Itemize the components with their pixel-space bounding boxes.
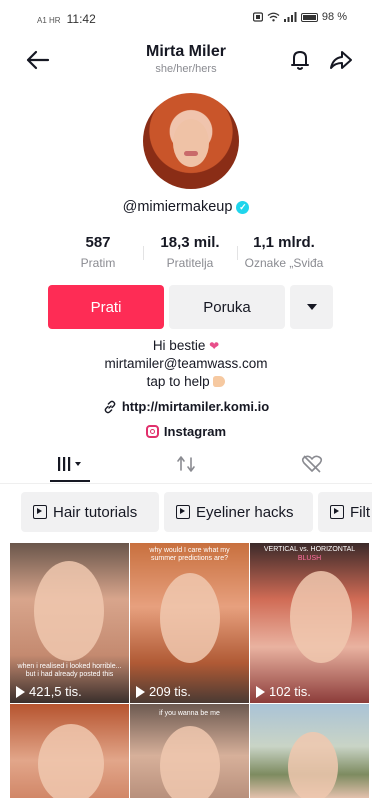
view-count: 102 tis. (256, 684, 311, 699)
thumbnail-face (160, 573, 220, 663)
video-thumbnail[interactable]: when i realised i looked horrible... but… (10, 543, 129, 703)
playlist-chip[interactable]: Hair tutorials (21, 492, 159, 532)
playlist-label: Hair tutorials (53, 503, 138, 521)
video-thumbnail[interactable]: VERTICAL vs. HORIZONTAL BLUSH 102 tis. (250, 543, 369, 703)
thumbnail-face (34, 561, 104, 661)
pronouns: she/her/hers (155, 63, 217, 75)
video-caption: why would I care what my summer predicti… (149, 547, 230, 562)
instagram-label: Instagram (163, 424, 227, 439)
battery-percent: 98 % (321, 11, 347, 23)
profile-stats: 587 Pratim 18,3 mil. Pratitelja 1,1 mlrd… (0, 234, 372, 274)
instagram-icon (145, 425, 159, 438)
stat-value: 18,3 mil. (160, 234, 220, 251)
avatar-lips (184, 151, 198, 156)
signal-icon (283, 12, 297, 22)
clock: 11:42 (66, 12, 96, 26)
share-icon[interactable] (329, 48, 353, 72)
nfc-icon (252, 12, 263, 22)
status-right: 98 % (252, 11, 347, 23)
playlist-icon (33, 505, 47, 519)
active-tab-indicator (50, 480, 90, 482)
thumbnail-face (160, 726, 220, 798)
instagram-link[interactable]: Instagram (0, 424, 372, 439)
stat-label: Pratitelja (166, 256, 214, 270)
status-bar: A1 HR 11:42 98 % (0, 0, 372, 36)
bio-link[interactable]: http://mirtamiler.komi.io (0, 399, 372, 414)
message-button[interactable]: Poruka (169, 285, 285, 329)
carrier-label: A1 HR (37, 16, 61, 25)
stat-divider (143, 246, 144, 260)
play-icon (136, 685, 145, 698)
pointing-hand-emoji-icon (213, 376, 226, 387)
tabs-divider (0, 483, 372, 484)
bio-text: tap to help (146, 374, 210, 389)
link-icon (104, 400, 116, 413)
stat-value: 587 (85, 234, 111, 251)
caret-down-icon (306, 304, 317, 310)
view-count-text: 421,5 tis. (29, 684, 82, 699)
battery-icon (300, 12, 318, 22)
play-icon (16, 685, 25, 698)
tab-videos[interactable] (50, 452, 90, 476)
bell-icon[interactable] (289, 48, 311, 72)
play-icon (256, 685, 265, 698)
video-grid: when i realised i looked horrible... but… (10, 543, 370, 798)
view-count-text: 209 tis. (149, 684, 191, 699)
stat-following[interactable]: 587 Pratim (70, 234, 126, 270)
video-thumbnail[interactable] (250, 704, 369, 798)
avatar[interactable] (143, 93, 239, 189)
stat-likes[interactable]: 1,1 mlrd. Oznake „Sviđa (236, 234, 332, 270)
status-left: A1 HR 11:42 (37, 12, 96, 26)
wifi-icon (267, 12, 280, 22)
video-caption: VERTICAL vs. HORIZONTAL (263, 546, 356, 553)
verified-badge-icon: ✓ (236, 200, 250, 214)
stat-label: Pratim (80, 256, 116, 270)
playlist-chip[interactable]: Eyeliner hacks (164, 492, 313, 532)
tab-liked[interactable] (298, 452, 326, 476)
content-tabs (0, 446, 372, 484)
stat-followers[interactable]: 18,3 mil. Pratitelja (150, 234, 230, 270)
bio-text: Hi bestie (152, 338, 206, 353)
view-count: 209 tis. (136, 684, 191, 699)
playlist-icon (176, 505, 190, 519)
profile-header: Mirta Miler she/her/hers (0, 36, 372, 84)
stat-label: Oznake „Sviđa (244, 256, 324, 270)
bio-email: mirtamiler@teamwass.com (104, 356, 268, 371)
video-caption-accent: BLUSH (297, 555, 322, 562)
link-text: http://mirtamiler.komi.io (121, 399, 270, 414)
grid-icon (58, 457, 81, 471)
heart-emoji-icon: ❤ (209, 339, 220, 353)
video-caption: when i realised i looked horrible... but… (17, 663, 122, 678)
profile-name: Mirta Miler (145, 43, 226, 60)
thumbnail-face (288, 732, 338, 798)
bio-line: tap to help (0, 374, 372, 389)
bio-line: Hi bestie ❤ (0, 338, 372, 353)
video-thumbnail[interactable] (10, 704, 129, 798)
playlist-icon (330, 505, 344, 519)
stat-value: 1,1 mlrd. (253, 234, 315, 251)
playlist-label: Filt (350, 503, 370, 521)
handle-row: @mimiermakeup ✓ (0, 199, 372, 215)
playlist-label: Eyeliner hacks (196, 503, 294, 521)
thumbnail-face (38, 724, 104, 798)
thumbnail-face (290, 571, 352, 663)
repost-icon (177, 456, 195, 472)
playlist-chip[interactable]: Filt (318, 492, 372, 532)
username: @mimiermakeup (122, 199, 233, 215)
avatar-face (173, 119, 209, 167)
view-count: 421,5 tis. (16, 684, 82, 699)
video-caption: if you wanna be me (159, 710, 220, 717)
video-thumbnail[interactable]: if you wanna be me (130, 704, 249, 798)
playlists-row: Hair tutorials Eyeliner hacks Filt (0, 490, 372, 534)
tab-reposts[interactable] (172, 452, 200, 476)
view-count-text: 102 tis. (269, 684, 311, 699)
suggested-accounts-button[interactable] (290, 285, 333, 329)
follow-button[interactable]: Prati (48, 285, 164, 329)
video-thumbnail[interactable]: why would I care what my summer predicti… (130, 543, 249, 703)
liked-hidden-icon (301, 455, 323, 473)
